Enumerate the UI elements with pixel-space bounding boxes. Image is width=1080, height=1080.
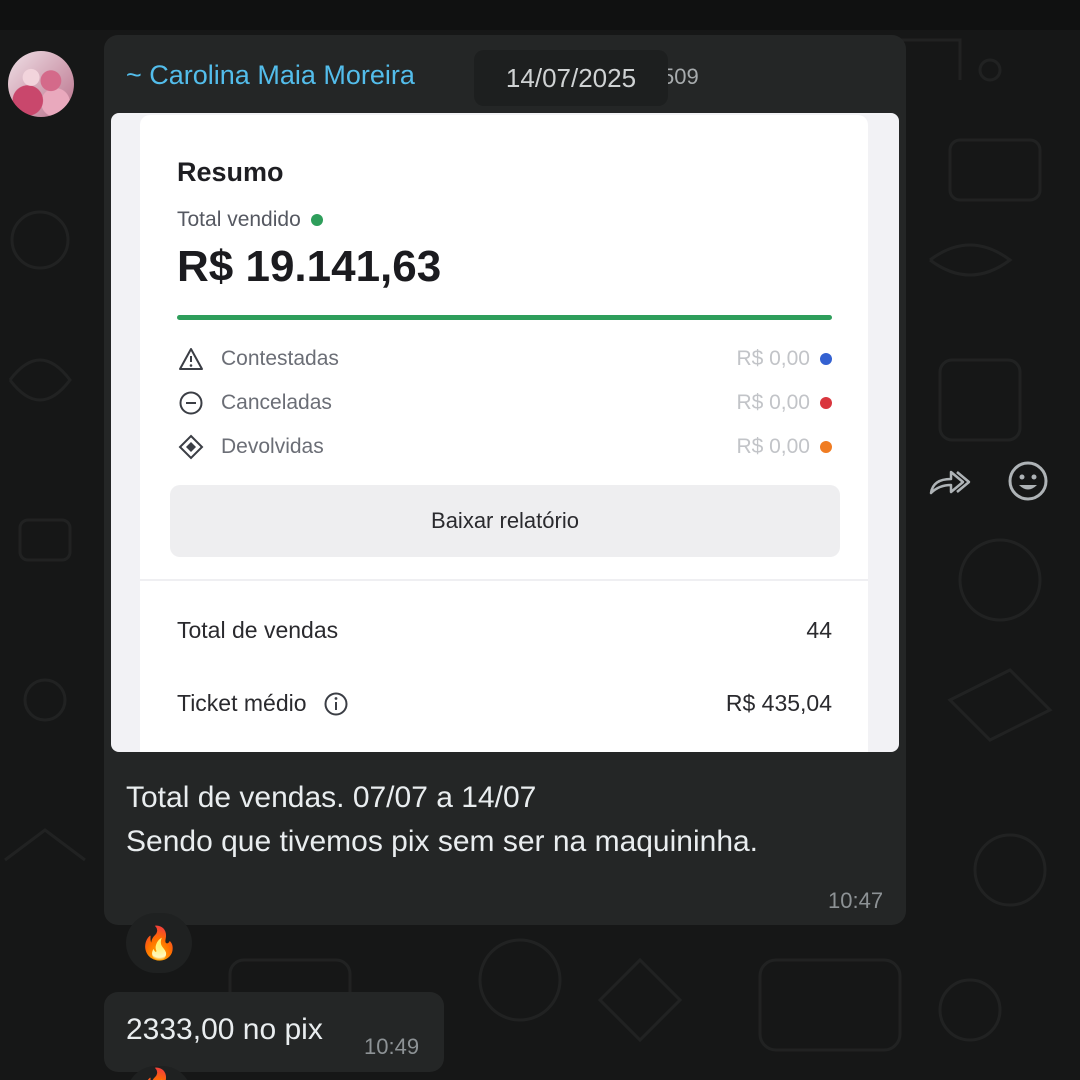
summary-title: Resumo: [177, 157, 284, 187]
message-line-1: Total de vendas. 07/07 a 14/07: [126, 781, 537, 814]
row-label: Canceladas: [221, 391, 332, 414]
row-label: Contestadas: [221, 347, 339, 370]
message-text-2: 2333,00 no pix: [126, 1013, 323, 1046]
minus-circle-icon: [177, 389, 205, 417]
sender-name[interactable]: ~ Carolina Maia Moreira: [126, 60, 415, 91]
row-value: R$ 0,00: [736, 391, 810, 414]
stat-label: Total de vendas: [177, 617, 339, 643]
row-devolvidas: Devolvidas R$ 0,00: [177, 432, 832, 462]
total-sold-label: Total vendido: [177, 208, 323, 232]
stat-average-ticket: Ticket médio R$ 435,04: [177, 690, 832, 717]
progress-fill: [177, 315, 832, 320]
status-dot: [820, 353, 832, 365]
stat-total-sales: Total de vendas 44: [177, 617, 832, 644]
date-chip: 14/07/2025: [474, 50, 668, 106]
message-text: Total de vendas. 07/07 a 14/07 Sendo que…: [126, 776, 758, 864]
total-sold-label-text: Total vendido: [177, 208, 301, 231]
row-value: R$ 0,00: [736, 435, 810, 458]
row-value: R$ 0,00: [736, 347, 810, 370]
emoji-icon[interactable]: [1005, 458, 1051, 504]
reaction-badge[interactable]: 🔥: [126, 913, 192, 973]
message-time: 10:47: [828, 888, 884, 913]
stat-label: Ticket médio: [177, 690, 307, 716]
report-screenshot-image[interactable]: Resumo Total vendido R$ 19.141,63 Contes…: [111, 113, 899, 752]
status-dot: [310, 214, 323, 226]
stat-value: 44: [806, 617, 832, 643]
summary-card: Resumo Total vendido R$ 19.141,63 Contes…: [140, 115, 868, 752]
return-diamond-icon: [177, 433, 205, 461]
forward-icon[interactable]: [925, 462, 975, 502]
download-report-button[interactable]: Baixar relatório: [170, 485, 840, 557]
row-contestadas: Contestadas R$ 0,00: [177, 344, 832, 374]
stat-value: R$ 435,04: [725, 690, 832, 716]
divider: [140, 579, 868, 581]
row-label: Devolvidas: [221, 435, 324, 458]
total-sold-value: R$ 19.141,63: [177, 242, 442, 291]
message-time-2: 10:49: [364, 1034, 420, 1059]
message-line-2: Sendo que tivemos pix sem ser na maquini…: [126, 825, 759, 858]
total-progress-bar: [177, 315, 832, 320]
warning-triangle-icon: [177, 345, 205, 373]
row-canceladas: Canceladas R$ 0,00: [177, 388, 832, 418]
status-dot: [820, 441, 832, 453]
sender-avatar[interactable]: [8, 51, 74, 117]
status-dot: [820, 397, 832, 409]
info-icon[interactable]: [323, 691, 349, 717]
